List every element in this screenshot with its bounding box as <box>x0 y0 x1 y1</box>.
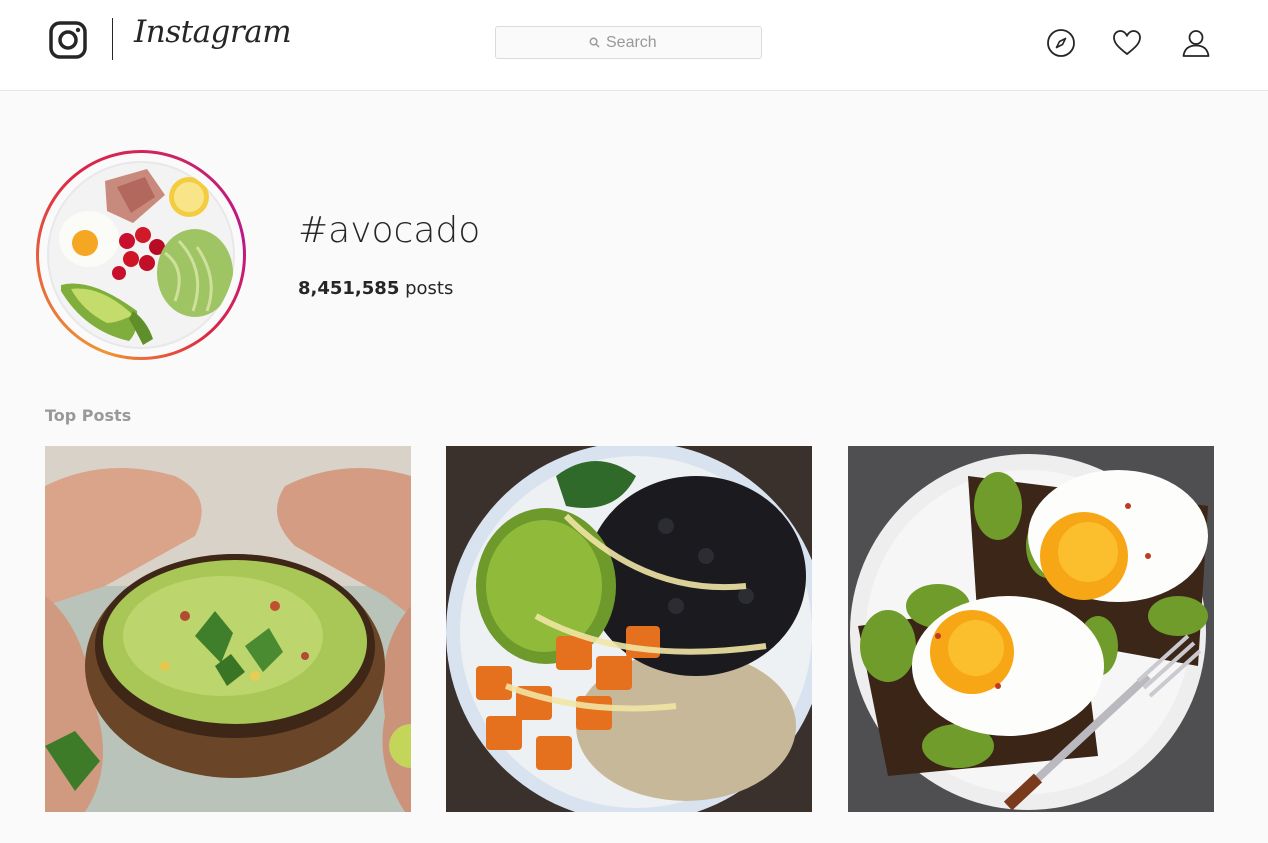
logo-divider <box>112 18 113 60</box>
avocado-toast-eggs-image <box>848 446 1214 812</box>
post-count: 8,451,585 posts <box>298 278 453 299</box>
top-post-avocado-toast[interactable] <box>848 446 1214 812</box>
compass-icon[interactable] <box>1046 28 1076 58</box>
hashtag-title: #avocado <box>298 210 481 251</box>
top-post-guacamole[interactable] <box>45 446 411 812</box>
guacamole-bowl-image <box>45 446 411 812</box>
instagram-camera-icon[interactable] <box>48 20 88 60</box>
post-count-number: 8,451,585 <box>298 278 400 299</box>
top-navigation-bar: Instagram <box>0 0 1268 91</box>
story-ring[interactable] <box>36 150 246 360</box>
search-box[interactable] <box>495 26 762 59</box>
search-icon <box>589 37 600 48</box>
top-post-bean-bowl[interactable] <box>446 446 812 812</box>
user-icon[interactable] <box>1181 28 1211 58</box>
search-input[interactable] <box>606 33 668 52</box>
post-count-label: posts <box>405 278 454 299</box>
heart-icon[interactable] <box>1112 28 1142 58</box>
instagram-wordmark[interactable]: Instagram <box>134 14 292 50</box>
avatar-border <box>39 153 243 357</box>
avocado-bean-bowl-image <box>446 446 812 812</box>
hashtag-cover-image <box>47 161 235 349</box>
top-posts-heading: Top Posts <box>45 406 132 425</box>
